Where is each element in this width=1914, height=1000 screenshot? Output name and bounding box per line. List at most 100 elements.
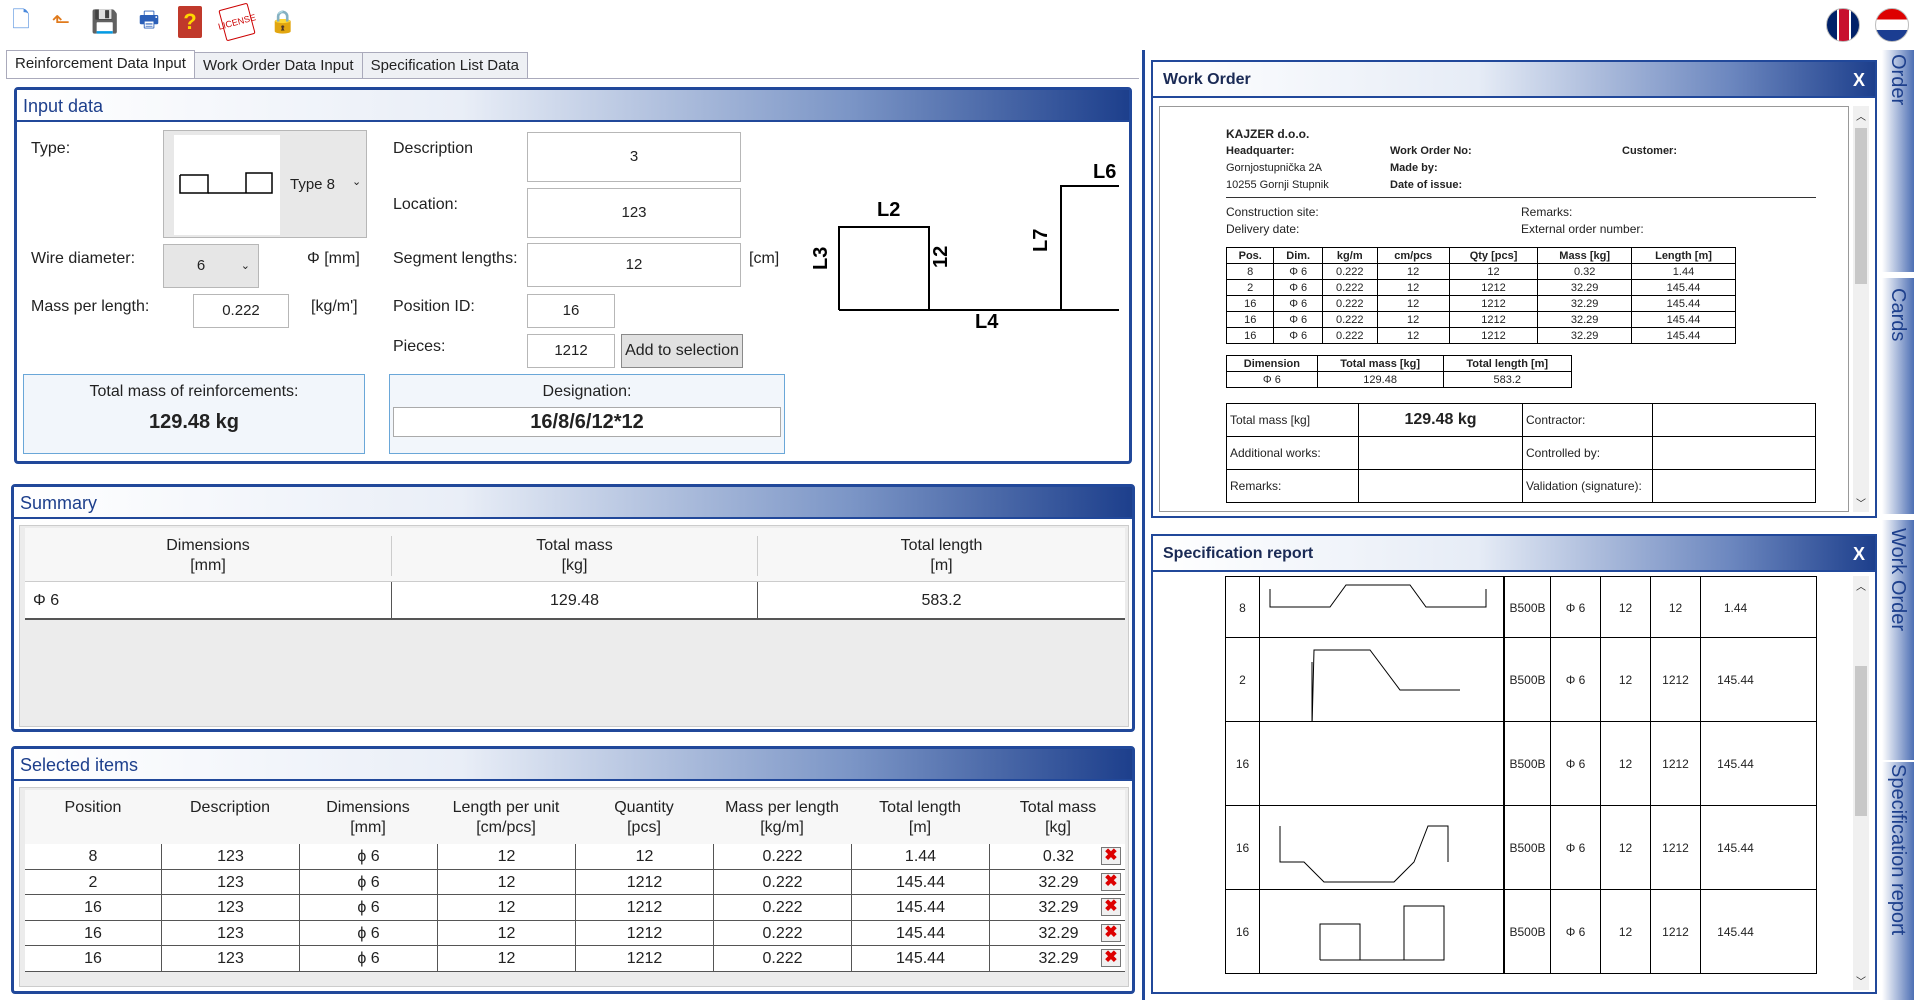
tab-specification[interactable]: Specification List Data [361,52,528,78]
shape-label-seg: 12 [930,246,952,268]
delete-row-icon[interactable]: ✖ [1101,872,1121,891]
spec-cell-len: 12 [1600,722,1650,805]
side-tab-order[interactable]: Order [1882,50,1914,272]
scroll-up-icon[interactable]: ︿ [1856,108,1866,123]
bar-shape-drawing [1319,890,1504,974]
external-order-label: External order number: [1521,222,1644,236]
work-order-title: Work Order [1153,62,1875,98]
table-cell: 16 [84,899,102,917]
spec-row[interactable]: 16 B500B Φ 6 12 1212 145.44 [1225,890,1817,974]
table-cell: ϕ 6 [299,920,437,946]
summary-mass: 129.48 [391,582,757,620]
shape-label-l3: L3 [810,247,832,270]
type-preview [174,135,280,235]
wire-diameter-select[interactable]: 6 ⌄ [163,244,259,288]
license-stamp-icon[interactable]: LICENSE [217,2,257,42]
location-input[interactable]: 123 [527,188,741,238]
table-cell: 12 [575,844,713,869]
work-order-close-button[interactable]: X [1853,62,1865,98]
spec-row[interactable]: 8 B500B Φ 6 12 12 1.44 [1225,576,1817,639]
input-panel-title: Input data [17,90,1129,122]
toolbar: 🗋 ⬑ 💾 🖶 ? LICENSE 🔒 [0,0,1914,44]
wo-table-row: 16 Φ 6 0.222 12 1212 32.29 145.44 [1225,311,1736,328]
spec-cell-dim: Φ 6 [1550,806,1600,889]
mass-per-length-unit: [kg/m'] [311,298,358,315]
mass-per-length-input[interactable]: 0.222 [193,294,289,328]
location-label: Location: [393,196,458,213]
table-row[interactable]: 16 123 ϕ 6 12 1212 0.222 145.44 32.29 ✖ [25,946,1125,972]
col-description: Description [189,799,271,816]
side-tab-specification[interactable]: Specification report [1882,762,1914,1000]
open-folder-icon[interactable]: ⬑ [46,6,76,38]
shape-label-l4: L4 [975,311,999,333]
selected-items-panel: Selected items Position Description Dime… [11,746,1135,994]
vertical-splitter[interactable] [1142,50,1145,1000]
wire-diameter-label: Wire diameter: [31,250,136,267]
table-cell: 123 [161,895,299,921]
spec-cell-val: 1.44 [1700,577,1770,637]
lock-icon[interactable]: 🔒 [268,6,298,38]
made-by-label: Made by: [1390,162,1438,174]
wo-table-row: 16 Φ 6 0.222 12 1212 32.29 145.44 [1225,327,1736,344]
bar-shape-drawing [1503,722,1504,806]
specification-scrollbar[interactable]: ︿ ﹀ [1853,576,1869,990]
spec-cell-val: 145.44 [1700,806,1770,889]
tab-work-order[interactable]: Work Order Data Input [193,52,363,78]
uk-flag-icon[interactable] [1826,8,1860,42]
delete-row-icon[interactable]: ✖ [1101,949,1121,968]
table-row[interactable]: 2 123 ϕ 6 12 1212 0.222 145.44 32.29 ✖ [25,869,1125,896]
delete-row-icon[interactable]: ✖ [1101,923,1121,942]
save-icon[interactable]: 💾 [90,6,120,38]
table-cell: 145.44 [851,920,989,946]
scroll-down-icon[interactable]: ﹀ [1856,973,1866,988]
print-icon[interactable]: 🖶 [134,6,164,38]
col-length-per-unit: Length per unit [cm/pcs] [452,799,560,836]
spec-row[interactable]: 16 B500B Φ 6 12 1212 145.44 [1225,722,1817,806]
wo-table-row: 2Φ 6 0.222 12 1212 32.29 145.44 [1225,279,1736,296]
segment-lengths-input[interactable]: 12 [527,243,741,287]
spec-position: 2 [1226,638,1260,721]
pieces-input[interactable]: 1212 [527,334,615,368]
summary-header: Dimensions [mm] Total mass [kg] Total leng… [25,528,1125,582]
scroll-up-icon[interactable]: ︿ [1856,578,1866,593]
spec-row[interactable]: 2 B500B Φ 6 12 1212 145.44 [1225,638,1817,722]
table-row[interactable]: 16 123 ϕ 6 12 1212 0.222 145.44 32.29 ✖ [25,920,1125,947]
tab-reinforcement[interactable]: Reinforcement Data Input [6,50,195,78]
table-cell: 145.44 [851,869,989,895]
scrollbar-thumb[interactable] [1855,666,1867,816]
specification-close-button[interactable]: X [1853,536,1865,572]
spec-position: 8 [1226,577,1260,637]
scrollbar-thumb[interactable] [1855,128,1867,284]
date-of-issue-label: Date of issue: [1390,179,1463,191]
type-selector[interactable]: Type 8 ⌄ [163,130,367,238]
summary-title: Summary [14,487,1132,519]
table-cell: 145.44 [851,895,989,921]
table-cell: 8 [88,848,98,865]
delete-row-icon[interactable]: ✖ [1101,898,1121,917]
croatia-flag-icon[interactable] [1875,8,1909,42]
table-cell: 123 [161,844,299,869]
summary-row[interactable]: Φ 6 129.48 583.2 [25,582,1125,620]
delete-row-icon[interactable]: ✖ [1101,847,1121,865]
new-document-icon[interactable]: 🗋 [6,6,36,38]
scroll-down-icon[interactable]: ﹀ [1856,495,1866,510]
spec-row[interactable]: 16 B500B Φ 6 12 1212 145.44 [1225,806,1817,890]
wire-diameter-value: 6 [196,257,206,274]
table-cell: 12 [437,895,575,921]
bar-shape-drawing [1279,806,1504,890]
side-tab-cards[interactable]: Cards [1882,278,1914,514]
description-input[interactable]: 3 [527,132,741,182]
position-id-label: Position ID: [393,298,475,315]
table-cell: 1212 [575,920,713,946]
table-row[interactable]: 16 123 ϕ 6 12 1212 0.222 145.44 32.29 ✖ [25,895,1125,921]
help-book-icon[interactable]: ? [178,6,202,38]
table-cell: 0.222 [713,844,851,869]
work-order-scrollbar[interactable]: ︿ ﹀ [1853,106,1869,512]
address-line-2: 10255 Gornji Stupnik [1226,179,1329,191]
add-to-selection-button[interactable]: Add to selection [621,334,743,368]
spec-cell-dim: Φ 6 [1550,890,1600,973]
side-tab-work-order[interactable]: Work Order [1882,520,1914,760]
table-row[interactable]: 8 123 ϕ 6 12 12 0.222 1.44 0.32 ✖ [25,844,1125,870]
col-total-mass: Total mass [kg] [1019,799,1097,836]
position-id-input[interactable]: 16 [527,294,615,328]
